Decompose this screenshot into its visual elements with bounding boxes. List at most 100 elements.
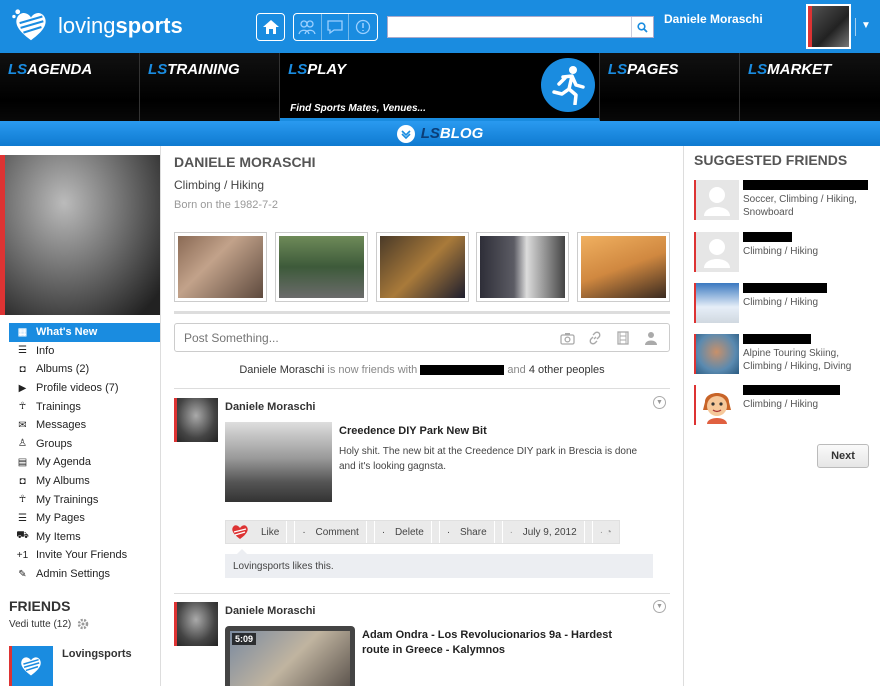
redacted-name — [743, 180, 868, 190]
gear-icon[interactable] — [76, 617, 90, 631]
list-icon: ☰ — [18, 512, 27, 524]
suggested-friend[interactable]: Climbing / Hiking — [694, 232, 874, 272]
share-button[interactable]: · Share — [440, 521, 503, 543]
like-button[interactable]: Like — [226, 521, 296, 543]
redacted-name — [743, 283, 827, 293]
chevron-down-icon[interactable]: ▼ — [653, 600, 666, 613]
user-icon[interactable] — [643, 330, 659, 346]
sidebar-item-whats-new[interactable]: ▦ What's New — [9, 323, 160, 342]
post-title[interactable]: Adam Ondra - Los Revolucionarios 9a - Ha… — [362, 628, 642, 658]
photo-thumbnail[interactable] — [476, 232, 570, 302]
post-input[interactable] — [175, 324, 535, 351]
suggested-friend-photo[interactable] — [694, 334, 739, 374]
main-feed: DANIELE MORASCHI Climbing / Hiking Born … — [174, 146, 670, 686]
post-video[interactable]: 5:09 — [225, 626, 355, 686]
nav-market[interactable]: LSMARKET — [739, 53, 880, 121]
sidebar-item-label: My Trainings — [36, 493, 99, 506]
photo-thumbnail[interactable] — [375, 232, 469, 302]
photo-thumbnail[interactable] — [174, 232, 267, 302]
cartoon-avatar[interactable] — [694, 385, 739, 425]
activity-actor[interactable]: Daniele Moraschi — [239, 364, 324, 376]
photo-thumbnail[interactable] — [577, 232, 670, 302]
suggested-friend[interactable]: Alpine Touring Skiing, Climbing / Hiking… — [694, 334, 874, 380]
suggested-friend[interactable]: Soccer, Climbing / Hiking, Snowboard — [694, 180, 874, 224]
friends-button[interactable] — [294, 14, 322, 40]
sidebar-item-trainings[interactable]: ☥ Trainings — [9, 397, 160, 416]
default-avatar[interactable] — [694, 180, 739, 220]
sidebar-item-admin-settings[interactable]: ✎ Admin Settings — [9, 565, 160, 584]
sidebar-item-info[interactable]: ☰ Info — [9, 342, 160, 361]
photo-thumbnail[interactable] — [274, 232, 368, 302]
sidebar-item-messages[interactable]: ✉ Messages — [9, 416, 160, 435]
film-icon[interactable] — [615, 330, 631, 346]
post-date: · July 9, 2012 — [503, 521, 593, 543]
sidebar-item-label: Info — [36, 344, 55, 357]
chevron-down-icon[interactable]: ▼ — [653, 396, 666, 409]
nav-agenda[interactable]: LSAGENDA — [0, 53, 141, 121]
suggested-friend-sports: Climbing / Hiking — [743, 399, 819, 410]
post-author[interactable]: Daniele Moraschi — [225, 401, 315, 413]
post-image[interactable] — [225, 422, 332, 502]
comment-button[interactable]: · Comment — [295, 521, 375, 543]
nav-pages[interactable]: LSPAGES — [599, 53, 740, 121]
sidebar-item-profile-videos[interactable]: ▶ Profile videos (7) — [9, 379, 160, 398]
delete-label: Delete — [388, 521, 432, 543]
header-avatar[interactable] — [806, 4, 851, 49]
friend-avatar[interactable] — [9, 646, 53, 686]
suggested-friend[interactable]: Climbing / Hiking — [694, 385, 874, 427]
post-composer — [174, 323, 670, 352]
search-box — [387, 16, 654, 38]
post-date-label: July 9, 2012 — [516, 521, 585, 543]
link-icon[interactable] — [587, 330, 603, 346]
suggested-friend-sports: Alpine Touring Skiing, Climbing / Hiking… — [743, 348, 852, 372]
sidebar-item-my-agenda[interactable]: ▤ My Agenda — [9, 453, 160, 472]
brand-logo[interactable]: lovingsports — [12, 8, 183, 44]
post-avatar[interactable] — [174, 602, 218, 646]
profile-menu: ▦ What's New ☰ Info ◘ Albums (2) ▶ Profile v… — [9, 323, 160, 583]
profile-photo[interactable] — [0, 155, 160, 315]
delete-button[interactable]: · Delete — [375, 521, 440, 543]
sidebar-item-invite-friends[interactable]: +1 Invite Your Friends — [9, 546, 160, 565]
suggested-friend-photo[interactable] — [694, 283, 739, 323]
redacted-name — [743, 232, 792, 242]
composer-tools — [559, 330, 659, 346]
nav-training[interactable]: LSTRAINING — [140, 53, 281, 121]
user-icon — [703, 239, 730, 268]
friends-heading: FRIENDS — [9, 598, 71, 614]
notifications-button[interactable] — [349, 14, 377, 40]
search-input[interactable] — [388, 17, 628, 37]
post-title[interactable]: Creedence DIY Park New Bit — [339, 424, 639, 439]
friends-icon — [298, 20, 316, 35]
sidebar-item-my-pages[interactable]: ☰ My Pages — [9, 509, 160, 528]
nav-play[interactable]: LSPLAY Find Sports Mates, Venues... — [280, 53, 600, 121]
nav-blog[interactable]: LSBLOG — [0, 121, 880, 146]
divider — [174, 388, 670, 389]
home-button[interactable] — [256, 13, 285, 41]
calendar-icon: ▤ — [17, 456, 28, 468]
post-avatar[interactable] — [174, 398, 218, 442]
sidebar-item-label: Trainings — [36, 400, 81, 413]
messages-button[interactable] — [322, 14, 350, 40]
user-icon — [703, 187, 730, 216]
camera-icon[interactable] — [559, 330, 575, 346]
runner-icon — [541, 58, 596, 112]
header-user-name[interactable]: Daniele Moraschi — [664, 12, 763, 26]
sidebar-item-my-trainings[interactable]: ☥ My Trainings — [9, 490, 160, 509]
activity-verb: is now friends with — [327, 364, 418, 376]
privacy-icon[interactable]: · ◔ — [593, 521, 619, 543]
logo-text: lovingsports — [58, 13, 183, 38]
chevron-down-icon[interactable]: ▼ — [861, 20, 871, 31]
friend-name[interactable]: Lovingsports — [62, 648, 132, 660]
sidebar-item-groups[interactable]: ♙ Groups — [9, 435, 160, 454]
next-button[interactable]: Next — [817, 444, 869, 468]
suggested-friend[interactable]: Climbing / Hiking — [694, 283, 874, 323]
search-button[interactable] — [631, 17, 653, 37]
chat-icon: ✉ — [18, 419, 27, 431]
post-author[interactable]: Daniele Moraschi — [225, 605, 315, 617]
sidebar-item-my-albums[interactable]: ◘ My Albums — [9, 472, 160, 491]
default-avatar[interactable] — [694, 232, 739, 272]
sidebar-item-albums[interactable]: ◘ Albums (2) — [9, 360, 160, 379]
sidebar-item-my-items[interactable]: ⛟ My Items — [9, 528, 160, 547]
friends-see-all[interactable]: Vedi tutte (12) — [9, 617, 90, 631]
activity-others[interactable]: 4 other peoples — [529, 364, 605, 376]
